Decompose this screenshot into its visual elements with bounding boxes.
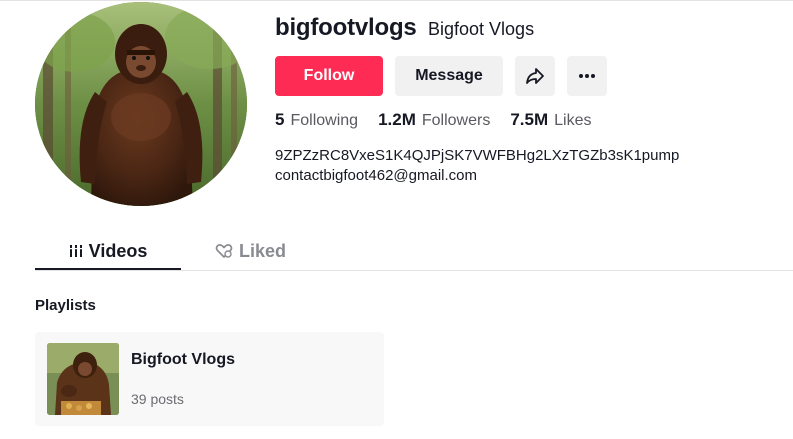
bio-line-address: 9ZPZzRC8VxeS1K4QJPjSK7VWFBHg2LXzTGZb3sK1… bbox=[275, 147, 680, 164]
stat-value: 1.2M bbox=[378, 110, 416, 129]
bio: 9ZPZzRC8VxeS1K4QJPjSK7VWFBHg2LXzTGZb3sK1… bbox=[275, 146, 679, 186]
profile-tabs: Videos Liked bbox=[35, 232, 793, 270]
tabs-divider bbox=[35, 270, 793, 271]
tab-liked[interactable]: Liked bbox=[215, 232, 286, 270]
stat-followers[interactable]: 1.2M Followers bbox=[378, 110, 490, 130]
share-button[interactable] bbox=[515, 56, 555, 96]
username: bigfootvlogs bbox=[275, 14, 417, 41]
message-button[interactable]: Message bbox=[395, 56, 503, 96]
tab-videos[interactable]: Videos bbox=[35, 232, 181, 270]
grid-icon bbox=[69, 244, 83, 258]
stat-value: 7.5M bbox=[510, 110, 549, 129]
stat-following[interactable]: 5 Following bbox=[275, 110, 358, 130]
more-button[interactable] bbox=[567, 56, 607, 96]
playlists-heading: Playlists bbox=[35, 297, 96, 314]
bigfoot-avatar-image bbox=[35, 2, 247, 206]
tab-label: Liked bbox=[239, 240, 287, 261]
playlist-thumbnail bbox=[47, 343, 119, 415]
profile-stats: 5 Following 1.2M Followers 7.5M Likes bbox=[275, 110, 611, 130]
stat-likes: 7.5M Likes bbox=[510, 110, 591, 130]
share-icon bbox=[525, 67, 545, 85]
stat-label: Followers bbox=[421, 112, 491, 129]
nickname: Bigfoot Vlogs bbox=[428, 19, 535, 39]
tab-label: Videos bbox=[88, 240, 148, 261]
playlist-name: Bigfoot Vlogs bbox=[131, 351, 235, 368]
more-icon bbox=[578, 73, 596, 79]
follow-button[interactable]: Follow bbox=[275, 56, 383, 96]
avatar[interactable] bbox=[35, 2, 247, 206]
playlist-post-count: 39 posts bbox=[131, 391, 184, 407]
stat-value: 5 bbox=[275, 110, 285, 129]
stat-label: Likes bbox=[554, 112, 592, 129]
bio-line-email: contactbigfoot462@gmail.com bbox=[275, 167, 478, 184]
stat-label: Following bbox=[290, 112, 359, 129]
liked-heart-icon bbox=[215, 243, 233, 259]
top-divider bbox=[0, 0, 793, 1]
playlist-card[interactable]: Bigfoot Vlogs 39 posts bbox=[35, 332, 384, 426]
